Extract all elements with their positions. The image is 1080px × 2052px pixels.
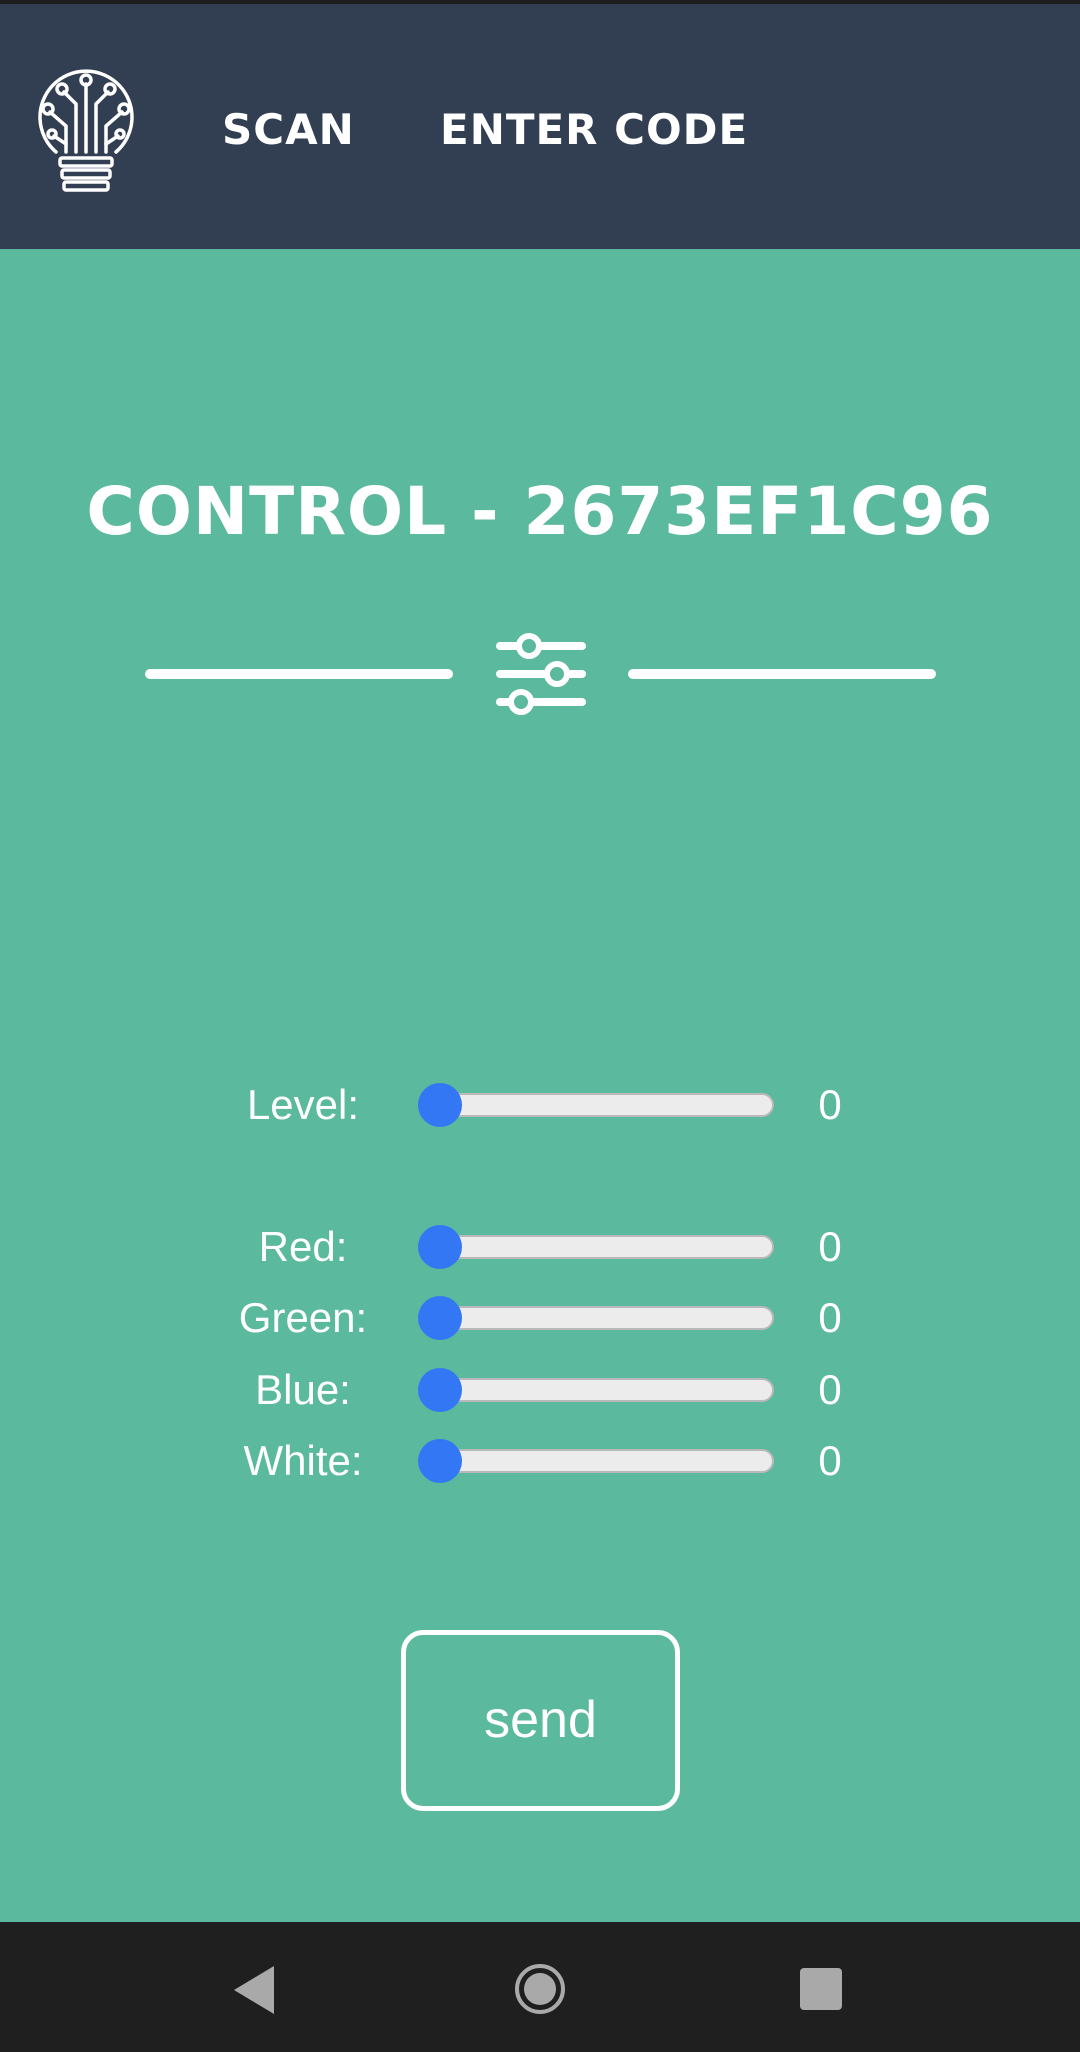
nav-enter-code-link[interactable]: ENTER CODE [440, 102, 748, 158]
blue-slider-thumb[interactable] [418, 1368, 462, 1412]
app-header: SCAN ENTER CODE [0, 0, 1080, 249]
red-label: Red: [258, 1223, 348, 1270]
green-label: Green: [238, 1294, 368, 1341]
blue-label: Blue: [255, 1366, 351, 1413]
circuit-lightbulb-icon[interactable] [34, 64, 138, 194]
level-label: Level: [246, 1081, 360, 1128]
recents-square-icon[interactable] [800, 1968, 842, 2010]
send-button[interactable]: send [401, 1630, 680, 1811]
red-slider-thumb[interactable] [418, 1225, 462, 1269]
page-title: CONTROL - 2673EF1C96 [86, 473, 994, 550]
control-panel: CONTROL - 2673EF1C96 Level: 0 Red: 0 Gre… [0, 249, 1080, 1922]
level-slider-track[interactable] [426, 1093, 774, 1117]
white-slider-track[interactable] [426, 1449, 774, 1473]
red-slider-track[interactable] [426, 1235, 774, 1259]
white-label: White: [243, 1437, 363, 1484]
level-slider-thumb[interactable] [418, 1083, 462, 1127]
divider-line-left [145, 669, 453, 679]
green-slider-thumb[interactable] [418, 1296, 462, 1340]
red-value: 0 [818, 1223, 842, 1270]
home-circle-inner [524, 1973, 556, 2005]
level-value: 0 [818, 1081, 842, 1128]
green-control-row: Green: 0 [0, 1288, 1080, 1348]
red-control-row: Red: 0 [0, 1217, 1080, 1277]
blue-control-row: Blue: 0 [0, 1360, 1080, 1420]
blue-slider-track[interactable] [426, 1378, 774, 1402]
home-circle-icon[interactable] [515, 1964, 565, 2014]
white-value: 0 [818, 1437, 842, 1484]
sliders-icon [496, 633, 586, 715]
nav-scan-link[interactable]: SCAN [222, 102, 355, 158]
white-slider-thumb[interactable] [418, 1439, 462, 1483]
divider-line-right [628, 669, 936, 679]
green-value: 0 [818, 1294, 842, 1341]
system-navigation-bar [0, 1922, 1080, 2052]
white-control-row: White: 0 [0, 1431, 1080, 1491]
back-triangle-icon[interactable] [234, 1966, 274, 2014]
blue-value: 0 [818, 1366, 842, 1413]
level-control-row: Level: 0 [0, 1075, 1080, 1135]
green-slider-track[interactable] [426, 1306, 774, 1330]
